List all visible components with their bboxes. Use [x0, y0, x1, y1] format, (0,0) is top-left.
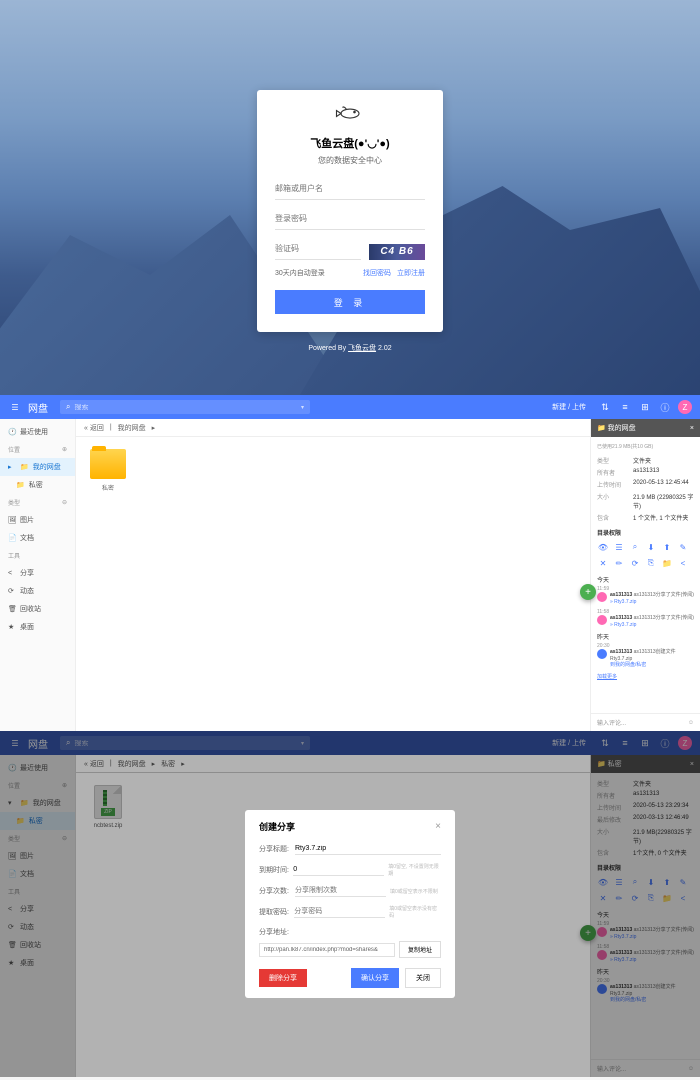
log-item: as131313 as131313分享了文件(传阅)» Rty3.7.zip [597, 592, 694, 605]
sidebar-item-recent[interactable]: 🕐最近使用 [0, 423, 75, 441]
auto-login-checkbox[interactable]: 30天内自动登录 [275, 268, 325, 278]
modal-title: 创建分享 [259, 820, 295, 833]
breadcrumb-back[interactable]: « 返回 [84, 423, 104, 433]
close-icon[interactable]: × [690, 425, 694, 432]
fm-header: ☰ 网盘 ⌕ ▾ 新建 / 上传 ⇅ ≡ ⊞ ⓘ Z [0, 395, 700, 419]
perm-search-icon[interactable]: ⌕ [629, 541, 641, 553]
log-item: as131313 as131313分享了文件(传阅)» Rty3.7.zip [597, 615, 694, 628]
log-item: as131313 as131313创建文件Rty3.7.zip到我的网盘/私密 [597, 649, 694, 669]
sort-icon[interactable]: ⇅ [598, 400, 612, 414]
menu-icon[interactable]: ☰ [8, 403, 22, 412]
powered-link[interactable]: 飞鱼云盘 [348, 345, 376, 352]
perm-icons: 👁 ☰ ⌕ ⬇ ⬆ ✎ ✕ ✏ ⟳ ⎘ 📁 < [597, 541, 694, 569]
folder-icon: 📁 [597, 425, 606, 432]
breadcrumb-mydisk[interactable]: 我的网盘 [118, 423, 146, 433]
perm-refresh-icon[interactable]: ⟳ [629, 557, 641, 569]
main-area: « 返回 | 我的网盘 ▸ 私密 + [76, 419, 590, 731]
perm-folder-icon[interactable]: 📁 [661, 557, 673, 569]
forgot-password-link[interactable]: 找回密码 [363, 270, 391, 277]
filemanager-modal-section: ☰ 网盘 ⌕ ▾ 新建 / 上传 ⇅ ≡ ⊞ ⓘ Z 🕐最近使用 位置⊕ ▾📁我… [0, 731, 700, 1077]
sidebar-item-image[interactable]: 🖼图片 [0, 511, 75, 529]
search-icon: ⌕ [66, 402, 70, 412]
share-title-input[interactable] [295, 843, 441, 855]
usage-text: 已使用21.9 MB(共10 GB) [597, 443, 694, 450]
upload-button[interactable]: 新建 / 上传 [546, 400, 592, 414]
search-dropdown-icon[interactable]: ▾ [301, 404, 304, 411]
grid-view-icon[interactable]: ⊞ [638, 400, 652, 414]
login-subtitle: 您的数据安全中心 [275, 155, 425, 166]
detail-header: 📁 我的网盘 × [591, 419, 700, 437]
times-input[interactable] [295, 885, 386, 897]
login-title: 飞鱼云盘(●'◡'●) [275, 135, 425, 151]
search-input[interactable] [74, 404, 301, 411]
sidebar-item-desktop[interactable]: ★桌面 [0, 618, 75, 636]
sidebar-item-share[interactable]: <分享 [0, 564, 75, 582]
log-avatar [597, 649, 607, 659]
perm-upload-icon[interactable]: ⬆ [661, 541, 673, 553]
sidebar-item-private[interactable]: 📁私密 [0, 476, 75, 494]
password-input[interactable] [294, 906, 385, 918]
perm-section: 目录权限 [597, 528, 694, 537]
perm-download-icon[interactable]: ⬇ [645, 541, 657, 553]
sidebar-item-activity[interactable]: ⟳动态 [0, 582, 75, 600]
expire-input[interactable] [293, 864, 384, 876]
folder-item[interactable]: 私密 [88, 449, 128, 492]
perm-edit-icon[interactable]: ✎ [677, 541, 689, 553]
share-link-input[interactable] [259, 943, 395, 957]
list-view-icon[interactable]: ≡ [618, 400, 632, 414]
perm-copy-icon[interactable]: ⎘ [645, 557, 657, 569]
modal-overlay[interactable]: 创建分享 × 分享标题: 到期时间: 填0留空, 不设置则无限期 分享次数: 填… [0, 731, 700, 1077]
close-button[interactable]: 关闭 [405, 968, 441, 988]
copy-link-button[interactable]: 复制地址 [399, 941, 441, 958]
logo-fish-icon [275, 102, 425, 127]
log-yesterday: 昨天 [597, 632, 694, 641]
powered-by: Powered By 飞鱼云盘 2.02 [0, 343, 700, 353]
sidebar-section-location: 位置⊕ [0, 441, 75, 458]
delete-share-button[interactable]: 删除分享 [259, 969, 307, 987]
login-section: 飞鱼云盘(●'◡'●) 您的数据安全中心 C4 B6 30天内自动登录 找回密码… [0, 0, 700, 395]
sidebar-section-tools: 工具 [0, 547, 75, 564]
captcha-input[interactable] [275, 238, 361, 260]
log-today: 今天 [597, 575, 694, 584]
sidebar: 🕐最近使用 位置⊕ ▸📁我的网盘 📁私密 类型⊖ 🖼图片 📄文档 工具 <分享 … [0, 419, 76, 731]
folder-icon [90, 449, 126, 479]
log-avatar [597, 592, 607, 602]
user-avatar[interactable]: Z [678, 400, 692, 414]
sidebar-item-recycle[interactable]: 🗑回收站 [0, 600, 75, 618]
password-input[interactable] [275, 208, 425, 230]
login-card: 飞鱼云盘(●'◡'●) 您的数据安全中心 C4 B6 30天内自动登录 找回密码… [257, 90, 443, 332]
comment-input[interactable]: 输入评论... ☺ [591, 713, 700, 731]
captcha-image[interactable]: C4 B6 [369, 244, 425, 260]
login-button[interactable]: 登 录 [275, 290, 425, 314]
confirm-share-button[interactable]: 确认分享 [351, 968, 399, 988]
perm-rename-icon[interactable]: ✏ [613, 557, 625, 569]
share-modal: 创建分享 × 分享标题: 到期时间: 填0留空, 不设置则无限期 分享次数: 填… [245, 810, 455, 998]
perm-list-icon[interactable]: ☰ [613, 541, 625, 553]
sidebar-item-document[interactable]: 📄文档 [0, 529, 75, 547]
info-icon[interactable]: ⓘ [658, 400, 672, 414]
perm-eye-icon[interactable]: 👁 [597, 541, 609, 553]
file-grid[interactable]: 私密 + [76, 437, 590, 731]
sidebar-item-mydisk[interactable]: ▸📁我的网盘 [0, 458, 75, 476]
emoji-icon[interactable]: ☺ [688, 720, 694, 726]
filemanager-section: ☰ 网盘 ⌕ ▾ 新建 / 上传 ⇅ ≡ ⊞ ⓘ Z 🕐最近使用 位置⊕ ▸📁我… [0, 395, 700, 731]
perm-delete-icon[interactable]: ✕ [597, 557, 609, 569]
fm-title: 网盘 [28, 400, 48, 415]
search-box[interactable]: ⌕ ▾ [60, 400, 310, 414]
email-input[interactable] [275, 178, 425, 200]
folder-label: 私密 [88, 483, 128, 492]
detail-panel: 📁 我的网盘 × 已使用21.9 MB(共10 GB) 类型文件夹 所有者as1… [590, 419, 700, 731]
log-avatar [597, 615, 607, 625]
register-link[interactable]: 立即注册 [397, 270, 425, 277]
breadcrumb: « 返回 | 我的网盘 ▸ [76, 419, 590, 437]
sidebar-section-type: 类型⊖ [0, 494, 75, 511]
modal-close-icon[interactable]: × [435, 821, 441, 832]
load-more-link[interactable]: 加载更多 [597, 674, 617, 680]
fab-button[interactable]: + [580, 584, 596, 600]
perm-share-icon[interactable]: < [677, 557, 689, 569]
